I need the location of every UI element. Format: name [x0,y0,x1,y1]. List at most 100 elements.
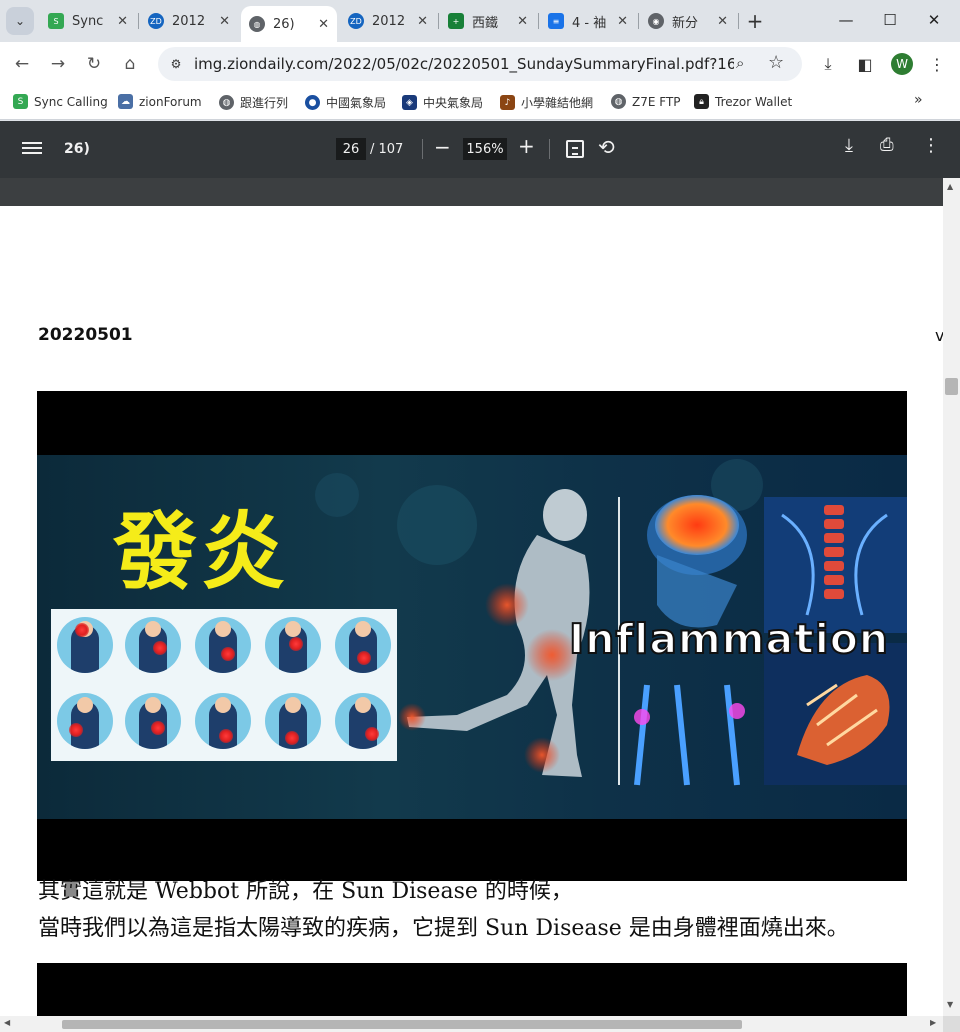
bookmark-label: 跟進行列 [240,96,289,110]
page-number-input[interactable]: 26 [336,138,366,160]
pdf-viewer[interactable]: 20220501 v 發炎 Inflammation 其實這就是 Webbot … [0,178,943,1016]
tab-sheets[interactable]: + 西鐵 ✕ [440,6,536,36]
zoom-input[interactable]: 156% [463,138,507,160]
tab-new[interactable]: ◉ 新分 ✕ [640,6,736,36]
tab-title: 4 - 袖 [572,15,607,31]
page-total: / 107 [370,142,404,157]
print-icon[interactable]: ⎙ [880,135,894,155]
bookmark-cwb[interactable]: ◈ 中央氣象局 [402,94,483,111]
plus-icon: + [746,9,764,33]
tab-search-button[interactable]: ⌄ [6,7,34,35]
scroll-right-icon[interactable]: ▶ [930,1018,936,1027]
vertical-scroll-thumb[interactable] [945,378,958,395]
close-icon[interactable]: ✕ [717,14,728,29]
pain-hip-icon [195,693,251,749]
maximize-button[interactable]: ☐ [870,5,910,35]
bookmark-cma[interactable]: ● 中國氣象局 [305,94,386,111]
minimize-button[interactable]: — [826,5,866,35]
sync-calling-icon: S [48,13,64,29]
reload-icon: ↻ [86,54,102,74]
site-info-icon[interactable]: ⚙ [166,54,186,74]
close-window-button[interactable]: ✕ [914,5,954,35]
forward-button[interactable]: → [44,50,72,78]
pain-neck-icon [265,617,321,673]
bookmark-label: Sync Calling [34,94,108,109]
bookmark-sync-calling[interactable]: S Sync Calling [13,94,108,109]
more-options-icon[interactable]: ⋮ [922,135,940,156]
close-icon[interactable]: ✕ [617,14,628,29]
scroll-up-icon[interactable]: ▲ [947,182,953,191]
rotate-icon[interactable]: ⟲ [598,135,615,159]
vertical-scrollbar[interactable]: ▲ ▼ [943,178,960,1016]
menu-icon[interactable] [22,139,42,159]
page-date: 20220501 [38,325,133,345]
english-title: Inflammation [568,614,890,664]
bookmark-label: Trezor Wallet [715,94,793,109]
pain-back-icon [195,617,251,673]
tab-docs[interactable]: ≡ 4 - 袖 ✕ [540,6,636,36]
tab-separator [738,13,739,29]
url-text[interactable]: img.ziondaily.com/2022/05/02c/20220501_S… [194,55,734,73]
caption-text: 其實這就是 Webbot 所說，在 Sun Disease 的時候， 當時我們以… [38,873,849,947]
sync-calling-icon: S [13,94,28,109]
cloud-icon: ☁ [118,94,133,109]
tab-title: 西鐵 [472,15,499,31]
star-icon[interactable]: ☆ [768,52,784,73]
bookmark-queue[interactable]: ◍ 跟進行列 [219,94,288,111]
pain-shoulder-icon [125,617,181,673]
pain-knee-icon [265,693,321,749]
zoom-icon[interactable]: ⌕ [736,54,744,72]
zoom-out-button[interactable]: − [434,135,451,159]
chrome-icon: ◉ [648,13,664,29]
home-button[interactable]: ⌂ [116,50,144,78]
docs-icon: ≡ [548,13,564,29]
previous-page-edge [0,178,943,206]
image-banner: 發炎 Inflammation [37,455,907,819]
address-bar[interactable]: ⚙ img.ziondaily.com/2022/05/02c/20220501… [158,47,802,81]
side-panel-icon[interactable]: ◧ [852,51,878,77]
inflammation-image: 發炎 Inflammation [37,391,907,881]
clipped-text: v [935,326,943,345]
tab-separator [638,13,639,29]
tab-separator [438,13,439,29]
reload-button[interactable]: ↻ [80,50,108,78]
back-button[interactable]: ← [8,50,36,78]
pain-chest-icon [125,693,181,749]
tab-title: 2012 [372,13,406,29]
tab-sync[interactable]: S Sync ✕ [40,6,136,36]
close-icon[interactable]: ✕ [417,14,428,29]
tab-title: 新分 [672,15,699,31]
bookmark-ftp[interactable]: ◍ Z7E FTP [611,94,681,109]
minimize-icon: — [838,11,854,29]
bookmark-zionforum[interactable]: ☁ zionForum [118,94,202,109]
scroll-left-icon[interactable]: ◀ [4,1018,10,1027]
close-icon[interactable]: ✕ [517,14,528,29]
lock-icon: 🔒︎ [694,94,709,109]
weather-eye-icon: ◈ [402,95,417,110]
horizontal-scrollbar[interactable]: ◀ ▶ [0,1016,943,1032]
scroll-down-icon[interactable]: ▼ [947,1000,953,1009]
close-icon[interactable]: ✕ [117,14,128,29]
more-bookmarks-icon[interactable]: » [914,92,923,108]
tab-title: Sync [72,13,104,29]
horizontal-scroll-thumb[interactable] [62,1020,742,1029]
bookmark-label: 小學雜結他網 [521,96,594,110]
chrome-menu-icon[interactable]: ⋮ [924,51,950,77]
download-icon[interactable]: ⤓ [815,51,841,77]
tab-pdf-active[interactable]: ◍ 26) ✕ [241,6,337,42]
fit-page-icon[interactable] [566,140,584,158]
close-icon[interactable]: ✕ [219,14,230,29]
tab-2012-b[interactable]: ZD 2012 ✕ [340,6,436,36]
bookmark-trezor[interactable]: 🔒︎ Trezor Wallet [694,94,792,109]
chinese-title: 發炎 [113,503,290,601]
tab-2012-a[interactable]: ZD 2012 ✕ [140,6,238,36]
bookmark-guitar[interactable]: ♪ 小學雜結他網 [500,94,593,111]
globe-icon: ◍ [249,16,265,32]
close-icon[interactable]: ✕ [318,17,329,32]
chevron-down-icon: ⌄ [14,14,26,28]
profile-avatar[interactable]: W [891,53,913,75]
new-tab-button[interactable]: + [742,8,768,34]
download-icon[interactable]: ⤓ [845,135,853,156]
zoom-in-button[interactable]: + [518,134,535,158]
pain-icons-panel [51,609,397,761]
